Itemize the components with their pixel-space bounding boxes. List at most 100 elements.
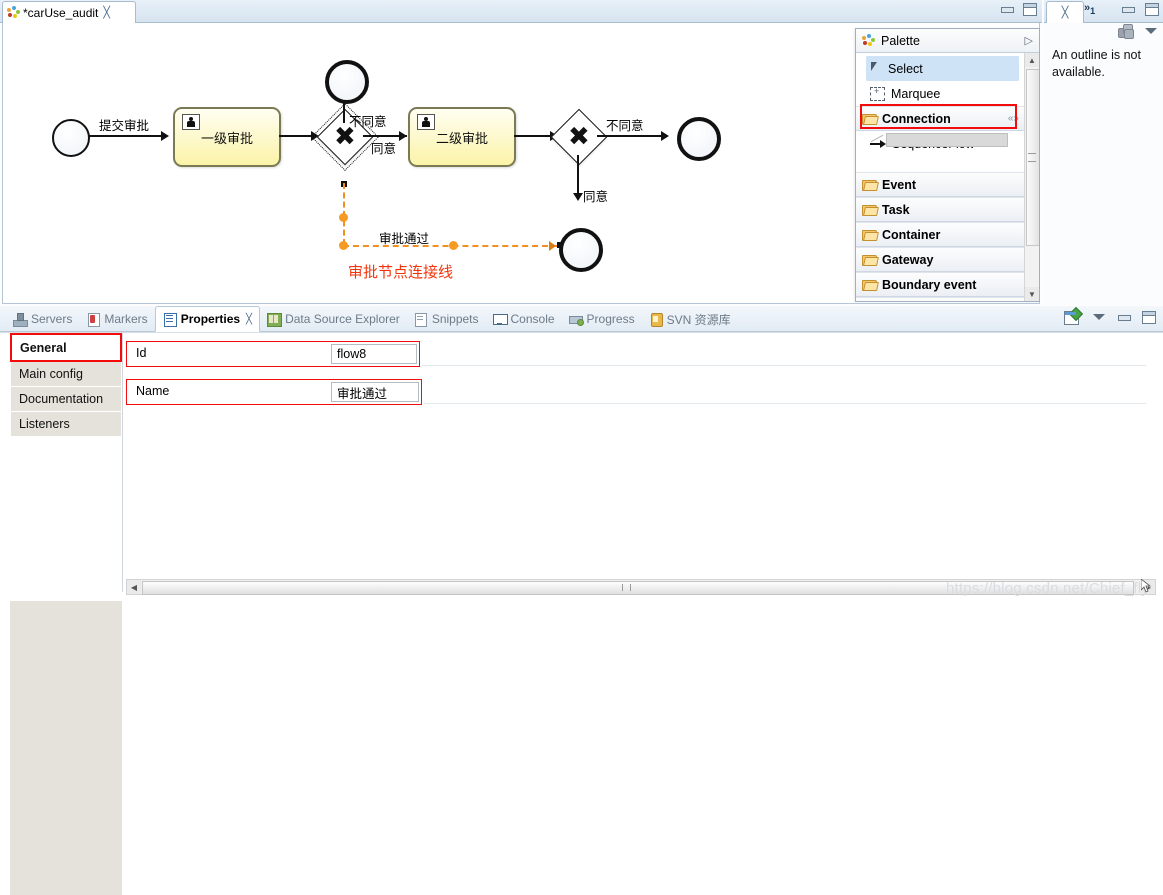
view-tab-bar: Servers Markers Properties ╳ Data Source… bbox=[0, 306, 1163, 332]
palette-group-event[interactable]: Event bbox=[856, 172, 1025, 197]
properties-tab-label: Documentation bbox=[19, 392, 104, 406]
flow-arrowhead-gw1-task2 bbox=[399, 131, 407, 141]
palette-association-partial-icon bbox=[870, 132, 1020, 146]
tab-servers[interactable]: Servers bbox=[6, 307, 79, 331]
palette-header[interactable]: Palette ▷ bbox=[856, 29, 1039, 53]
palette-tool-select[interactable]: Select bbox=[866, 56, 1019, 81]
flow-label-agree2: 同意 bbox=[583, 190, 609, 204]
tab-label: Properties bbox=[180, 312, 241, 326]
folder-icon bbox=[862, 179, 877, 191]
property-row-underline bbox=[422, 365, 1146, 366]
close-icon[interactable]: ╳ bbox=[246, 314, 252, 325]
selected-flow-endpoint-handle[interactable] bbox=[557, 242, 563, 248]
view-toolbar bbox=[1064, 306, 1156, 325]
property-input-id[interactable]: flow8 bbox=[331, 344, 417, 364]
scrollbar-grip-icon bbox=[1028, 153, 1036, 162]
palette-group-label: Container bbox=[882, 227, 941, 242]
maximize-icon[interactable] bbox=[1023, 3, 1037, 16]
properties-view: General Main config Documentation Listen… bbox=[0, 332, 1163, 895]
tab-progress[interactable]: Progress bbox=[562, 307, 642, 331]
editor-tab-caruse-audit[interactable]: *carUse_audit ╳ bbox=[2, 1, 136, 23]
maximize-icon[interactable] bbox=[1142, 310, 1156, 324]
tab-markers[interactable]: Markers bbox=[79, 307, 154, 331]
tab-label: Console bbox=[510, 312, 555, 326]
end-event-reject1[interactable] bbox=[325, 60, 369, 104]
flow-arrowhead-gw2-end2 bbox=[661, 131, 669, 141]
scrollbar-thumb[interactable] bbox=[142, 581, 1134, 595]
flow-label-reject1: 不同意 bbox=[349, 115, 387, 129]
exclusive-gateway-second[interactable]: ✖ bbox=[550, 108, 608, 166]
close-icon[interactable]: ╳ bbox=[1062, 6, 1069, 19]
new-properties-view-icon[interactable] bbox=[1064, 306, 1084, 325]
console-icon bbox=[492, 313, 508, 326]
user-task-first-approval[interactable]: 一级审批 bbox=[173, 107, 281, 167]
palette-group-label: Gateway bbox=[882, 252, 934, 267]
data-source-explorer-icon bbox=[267, 312, 283, 327]
scroll-down-icon[interactable]: ▼ bbox=[1025, 287, 1039, 301]
properties-tab-main-config[interactable]: Main config bbox=[10, 362, 122, 387]
close-icon[interactable]: ╳ bbox=[103, 6, 110, 19]
palette-group-label: Boundary event bbox=[882, 277, 977, 292]
maximize-icon[interactable] bbox=[1145, 3, 1159, 16]
selected-flow-bendpoint[interactable] bbox=[339, 241, 348, 250]
properties-tab-listeners[interactable]: Listeners bbox=[10, 412, 122, 437]
view-menu-icon[interactable] bbox=[1093, 313, 1105, 320]
gateway-x-marker: ✖ bbox=[568, 121, 590, 151]
user-task-label: 一级审批 bbox=[200, 130, 253, 146]
properties-tab-documentation[interactable]: Documentation bbox=[10, 387, 122, 412]
selected-flow-arrowhead bbox=[549, 241, 556, 251]
tab-label: Snippets bbox=[431, 312, 479, 326]
palette-group-task[interactable]: Task bbox=[856, 197, 1025, 222]
palette-title: Palette bbox=[881, 33, 920, 48]
property-input-name[interactable]: 审批通过 bbox=[331, 382, 419, 402]
folder-icon bbox=[862, 279, 877, 291]
end-event-approved[interactable] bbox=[559, 228, 603, 272]
user-task-second-approval[interactable]: 二级审批 bbox=[408, 107, 516, 167]
minimize-icon[interactable] bbox=[1117, 311, 1131, 323]
palette-item-partial[interactable] bbox=[856, 157, 1025, 172]
outline-tab[interactable]: ╳ bbox=[1046, 1, 1084, 23]
palette-group-gateway[interactable]: Gateway bbox=[856, 247, 1025, 272]
user-task-label: 二级审批 bbox=[435, 130, 488, 146]
view-overflow-indicator[interactable]: »1 bbox=[1084, 2, 1095, 16]
properties-tab-general[interactable]: General bbox=[10, 333, 122, 362]
palette-group-boundary-event[interactable]: Boundary event bbox=[856, 272, 1025, 297]
tab-properties[interactable]: Properties ╳ bbox=[154, 306, 261, 332]
palette-group-container[interactable]: Container bbox=[856, 222, 1025, 247]
properties-horizontal-scrollbar[interactable]: ◀ ▶ bbox=[126, 579, 1156, 595]
tab-console[interactable]: Console bbox=[486, 307, 562, 331]
scroll-up-icon[interactable]: ▲ bbox=[1025, 53, 1039, 67]
outline-window-buttons bbox=[1121, 3, 1159, 16]
end-event-reject2[interactable] bbox=[677, 117, 721, 161]
outline-view: ╳ »1 An outline is not available. bbox=[1044, 0, 1163, 305]
bpmn-diagram-icon bbox=[7, 6, 20, 19]
minimize-icon[interactable] bbox=[1121, 3, 1135, 15]
diagram-editor-area: *carUse_audit ╳ 提交审批 一级审批 ✖ 不同意 同意 二级审批 … bbox=[0, 0, 1042, 305]
tab-label: Data Source Explorer bbox=[285, 312, 400, 326]
palette-tool-marquee[interactable]: Marquee bbox=[856, 81, 1025, 106]
view-tabs: Servers Markers Properties ╳ Data Source… bbox=[6, 306, 738, 332]
chevron-right-icon[interactable]: ▷ bbox=[1025, 34, 1033, 47]
palette-group-intermediate-event[interactable]: Intermediate event bbox=[856, 297, 1025, 301]
palette-tool-label: Marquee bbox=[891, 86, 941, 101]
tab-data-source-explorer[interactable]: Data Source Explorer bbox=[260, 307, 407, 331]
bottom-view-stack: Servers Markers Properties ╳ Data Source… bbox=[0, 306, 1163, 895]
palette-panel: Palette ▷ Select Marquee Connection bbox=[855, 28, 1040, 302]
tab-svn-repository[interactable]: SVN 资源库 bbox=[642, 307, 738, 331]
start-event[interactable] bbox=[52, 119, 90, 157]
scroll-left-icon[interactable]: ◀ bbox=[127, 580, 141, 594]
minimize-icon[interactable] bbox=[1000, 3, 1014, 15]
scrollbar-grip-icon bbox=[622, 584, 631, 591]
palette-scrollbar[interactable]: ▲ ▼ bbox=[1024, 53, 1039, 301]
selected-flow-midpoint[interactable] bbox=[449, 241, 458, 250]
outline-overview-icon[interactable] bbox=[1118, 24, 1134, 39]
properties-tab-label: General bbox=[20, 340, 67, 355]
selected-flow-bendpoint[interactable] bbox=[339, 213, 348, 222]
sequenceflow-highlight-box bbox=[860, 104, 1017, 129]
tab-label: Markers bbox=[104, 312, 148, 326]
flow-line-submit bbox=[88, 135, 164, 137]
flow-label-submit: 提交审批 bbox=[99, 119, 150, 133]
view-menu-icon[interactable] bbox=[1145, 27, 1157, 34]
tab-snippets[interactable]: Snippets bbox=[407, 307, 486, 331]
editor-tab-strip: *carUse_audit ╳ bbox=[0, 0, 1042, 23]
